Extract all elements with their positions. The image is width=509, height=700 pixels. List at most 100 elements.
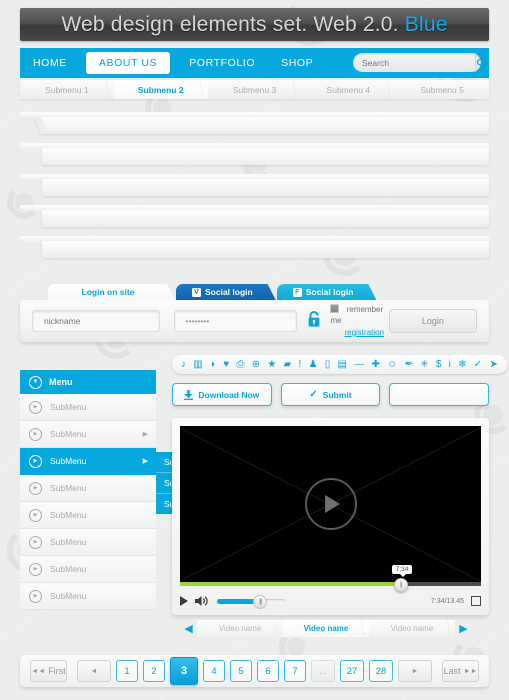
globe-icon[interactable]: ⊕ (252, 359, 260, 370)
pagination-page-3[interactable]: 3 (170, 657, 198, 685)
music-note-icon[interactable]: ♪ (181, 359, 186, 370)
heart-icon[interactable]: ♥ (223, 359, 229, 370)
sidebar-item-2[interactable]: ▶ SubMenu ▶ (20, 421, 156, 448)
video-tab-2[interactable]: Video name (283, 620, 370, 637)
pagination-next-button[interactable]: ► (398, 660, 432, 682)
sidebar-item-8[interactable]: ▶ SubMenu (20, 583, 156, 610)
pagination-first-button[interactable]: ◄◄ First (30, 660, 67, 682)
search-button[interactable] (475, 53, 486, 72)
strip-segment[interactable] (399, 179, 490, 196)
pagination-prev-button[interactable]: ◄ (77, 660, 111, 682)
strip-segment[interactable] (131, 117, 221, 134)
strip-segment[interactable] (42, 148, 132, 165)
strip-segment[interactable] (399, 210, 490, 227)
dollar-icon[interactable]: $ (436, 359, 442, 370)
strip-segment[interactable] (310, 179, 400, 196)
pagination-page-27[interactable]: 27 (340, 660, 364, 682)
play-button-icon[interactable] (304, 478, 357, 530)
sidebar-item-7[interactable]: ▶ SubMenu (20, 556, 156, 583)
submit-button[interactable]: ✓ Submit (280, 383, 381, 406)
strip-segment[interactable] (399, 117, 490, 134)
strip-segment[interactable] (310, 210, 400, 227)
camera-icon[interactable]: ▰ (284, 359, 292, 370)
video-prev-button[interactable]: ◀ (180, 620, 197, 637)
check-icon[interactable]: ✓ (474, 359, 482, 370)
sidebar-item-6[interactable]: ▶ SubMenu (20, 529, 156, 556)
volume-icon[interactable] (195, 595, 210, 607)
snowflake-icon[interactable]: ❄ (458, 359, 466, 370)
nickname-field[interactable] (32, 310, 160, 332)
sidebar-item-4[interactable]: ▶ SubMenu (20, 475, 156, 502)
sidebar-menu-header[interactable]: ▼ Menu (20, 370, 156, 394)
nav-item-about-us[interactable]: ABOUT US (85, 52, 171, 74)
strip-segment[interactable] (42, 241, 132, 258)
pagination-page-1[interactable]: 1 (116, 660, 138, 682)
nav-item-home[interactable]: HOME (20, 48, 80, 78)
strip-segment[interactable] (310, 148, 400, 165)
strip-segment[interactable] (220, 179, 311, 196)
seek-handle[interactable]: ||| (393, 578, 408, 592)
trash-icon[interactable]: ▯ (325, 359, 331, 370)
pagination-page-7[interactable]: 7 (284, 660, 306, 682)
strip-segment[interactable] (131, 241, 221, 258)
sidebar-item-3[interactable]: ▶ SubMenu ▶ (20, 448, 156, 475)
strip-segment[interactable] (42, 117, 132, 134)
user-icon[interactable]: ♟ (309, 359, 318, 370)
search-box[interactable] (353, 53, 486, 72)
plus-icon[interactable]: ✚ (371, 359, 379, 370)
tab-social-login-vk[interactable]: V Social login (176, 284, 267, 300)
pagination-page-6[interactable]: 6 (257, 660, 279, 682)
download-now-button[interactable]: Download Now (172, 383, 272, 406)
login-button[interactable]: Login (388, 309, 477, 333)
pagination-last-button[interactable]: Last ►► (442, 660, 479, 682)
smiley-icon[interactable]: ☺ (387, 359, 397, 370)
play-pause-button[interactable] (180, 596, 188, 606)
video-screen[interactable] (180, 426, 481, 582)
pagination-page-28[interactable]: 28 (369, 660, 393, 682)
strip-segment[interactable] (131, 179, 221, 196)
volume-handle[interactable]: ||| (253, 594, 268, 609)
info-icon[interactable]: i (449, 359, 451, 370)
printer-icon[interactable]: ⎙ (236, 359, 244, 370)
remember-me-checkbox[interactable] (330, 303, 340, 313)
strip-segment[interactable] (42, 210, 132, 227)
empty-button[interactable] (389, 383, 490, 406)
bar-chart-icon[interactable]: ▥ (193, 359, 202, 370)
submenu-tab-5[interactable]: Submenu 5 (395, 80, 489, 99)
fullscreen-icon[interactable] (471, 596, 481, 606)
star-icon[interactable]: ★ (267, 359, 276, 370)
search-input[interactable] (353, 53, 475, 72)
strip-segment[interactable] (220, 117, 311, 134)
nickname-input[interactable] (42, 315, 150, 327)
remember-me-row[interactable]: remember me (330, 303, 388, 327)
strip-segment[interactable] (131, 148, 221, 165)
submenu-tab-4[interactable]: Submenu 4 (301, 80, 396, 99)
tab-login-on-site[interactable]: Login on site (48, 284, 166, 300)
registration-link[interactable]: registration (344, 328, 384, 337)
sidebar-item-1[interactable]: ▶ SubMenu (20, 394, 156, 421)
sidebar-item-5[interactable]: ▶ SubMenu (20, 502, 156, 529)
tag-icon[interactable]: ◗ (210, 359, 216, 370)
nav-item-shop[interactable]: SHOP (268, 48, 326, 78)
exclamation-icon[interactable]: ! (299, 359, 302, 370)
video-tab-3[interactable]: Video name (369, 620, 456, 637)
tab-social-login-fb[interactable]: F Social login (276, 284, 368, 300)
pagination-page-2[interactable]: 2 (143, 660, 165, 682)
play-arrow-icon[interactable]: ➤ (489, 359, 497, 370)
save-disk-icon[interactable]: ▤ (338, 359, 347, 370)
pagination-page-4[interactable]: 4 (203, 660, 225, 682)
strip-segment[interactable] (220, 210, 311, 227)
video-seek-bar[interactable]: 7:34 ||| (180, 565, 481, 592)
nav-item-portfolio[interactable]: PORTFOLIO (176, 48, 268, 78)
strip-segment[interactable] (220, 241, 311, 258)
strip-segment[interactable] (399, 241, 490, 258)
minus-icon[interactable]: — (354, 359, 364, 370)
volume-slider[interactable]: ||| (217, 594, 285, 609)
password-input[interactable] (183, 315, 288, 327)
strip-segment[interactable] (310, 241, 400, 258)
asterisk-icon[interactable]: ✳ (420, 359, 428, 370)
strip-segment[interactable] (310, 117, 400, 134)
video-next-button[interactable]: ▶ (455, 620, 472, 637)
password-field[interactable] (173, 310, 298, 332)
pin-icon[interactable]: ✒ (405, 359, 413, 370)
